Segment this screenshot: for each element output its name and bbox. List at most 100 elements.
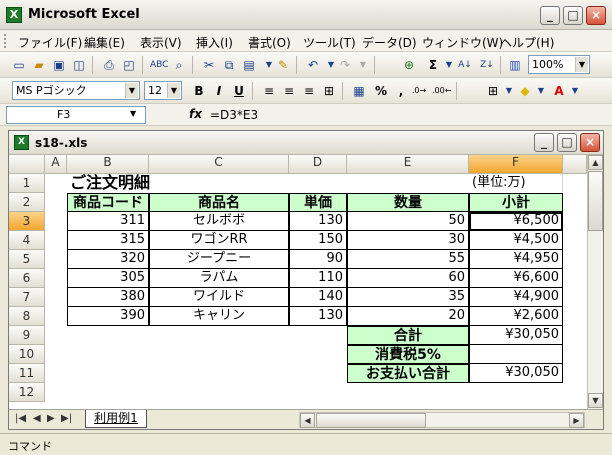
cell-code[interactable]: 315 (67, 231, 149, 250)
name-box[interactable]: F3 (6, 106, 146, 124)
cell-price[interactable]: 130 (289, 307, 347, 326)
menu-file[interactable]: ファイル(F) (18, 34, 82, 51)
menu-window[interactable]: ウィンドウ(W) (422, 34, 503, 51)
underline-button[interactable]: U (230, 82, 248, 100)
menu-edit[interactable]: 編集(E) (84, 34, 125, 51)
row-header[interactable]: 8 (9, 307, 45, 326)
menu-view[interactable]: 表示(V) (140, 34, 182, 51)
scroll-up-icon[interactable]: ▲ (588, 155, 603, 170)
total-value[interactable]: ¥30,050 (469, 326, 563, 345)
format-painter-icon[interactable]: ✎ (274, 56, 292, 74)
cell-name[interactable]: ワゴンRR (149, 231, 289, 250)
row-header[interactable]: 10 (9, 345, 45, 364)
font-select[interactable]: MS Pゴシック ▼ (12, 81, 140, 100)
cell-subtotal[interactable]: ¥4,500 (469, 231, 563, 250)
cell-price[interactable]: 140 (289, 288, 347, 307)
sheet-tab[interactable]: 利用例1 (85, 410, 147, 428)
row-header[interactable]: 5 (9, 250, 45, 269)
total-label[interactable]: 合計 (347, 326, 469, 345)
row-header[interactable]: 4 (9, 231, 45, 250)
cell-name[interactable]: キャリン (149, 307, 289, 326)
zoom-select[interactable]: 100% ▼ (528, 55, 590, 74)
maximize-button[interactable]: □ (563, 6, 583, 25)
scroll-thumb[interactable] (588, 171, 603, 231)
row-header[interactable]: 6 (9, 269, 45, 288)
menu-insert[interactable]: 挿入(I) (196, 34, 233, 51)
cell-qty[interactable]: 50 (347, 212, 469, 231)
decrease-decimal-icon[interactable]: .00← (432, 82, 451, 100)
cell-name[interactable]: ラパム (149, 269, 289, 288)
cell-qty[interactable]: 30 (347, 231, 469, 250)
sort-ascending-icon[interactable]: A↓ (456, 56, 474, 74)
grand-total-value[interactable]: ¥30,050 (469, 364, 563, 383)
unit-label[interactable]: (単位:万) (469, 174, 563, 193)
column-header-e[interactable]: E (347, 155, 469, 174)
hyperlink-icon[interactable]: ⊕ (400, 56, 418, 74)
menu-data[interactable]: データ(D) (362, 34, 417, 51)
row-header[interactable]: 7 (9, 288, 45, 307)
scroll-thumb[interactable] (316, 413, 426, 428)
header-name[interactable]: 商品名 (149, 193, 289, 212)
last-sheet-icon[interactable]: ▶| (61, 413, 72, 424)
menu-tools[interactable]: ツール(T) (303, 34, 356, 51)
cell-name[interactable]: ジープニー (149, 250, 289, 269)
merge-center-icon[interactable]: ⊞ (320, 82, 338, 100)
research-icon[interactable]: ⌕ (170, 56, 188, 74)
tax-value[interactable] (469, 345, 563, 364)
bold-button[interactable]: B (190, 82, 208, 100)
italic-button[interactable]: I (210, 82, 228, 100)
cell-qty[interactable]: 35 (347, 288, 469, 307)
fill-color-dropdown-icon[interactable]: ▼ (532, 82, 550, 100)
close-button[interactable]: × (586, 6, 606, 25)
row-header[interactable]: 12 (9, 383, 45, 402)
scroll-down-icon[interactable]: ▼ (588, 393, 603, 408)
first-sheet-icon[interactable]: |◀ (15, 413, 26, 424)
workbook-minimize-button[interactable]: _ (534, 133, 554, 152)
permission-icon[interactable]: ◫ (70, 56, 88, 74)
cell-name[interactable]: ワイルド (149, 288, 289, 307)
column-header-c[interactable]: C (149, 155, 289, 174)
column-header-b[interactable]: B (67, 155, 149, 174)
header-qty[interactable]: 数量 (347, 193, 469, 212)
row-header[interactable]: 2 (9, 193, 45, 212)
header-price[interactable]: 単価 (289, 193, 347, 212)
minimize-button[interactable]: _ (540, 6, 560, 25)
vertical-scrollbar[interactable]: ▲ ▼ (587, 155, 603, 409)
cell-qty[interactable]: 20 (347, 307, 469, 326)
font-color-dropdown-icon[interactable]: ▼ (566, 82, 584, 100)
save-icon[interactable]: ▣ (50, 56, 68, 74)
cell-subtotal[interactable]: ¥2,600 (469, 307, 563, 326)
redo-dropdown-icon[interactable]: ▼ (354, 56, 372, 74)
align-center-icon[interactable]: ≡ (280, 82, 298, 100)
column-header-f[interactable]: F (469, 155, 563, 174)
cell-code[interactable]: 390 (67, 307, 149, 326)
increase-decimal-icon[interactable]: .0→ (410, 82, 428, 100)
cell-code[interactable]: 311 (67, 212, 149, 231)
spelling-icon[interactable]: ABC (150, 56, 168, 74)
cell-name[interactable]: セルボボ (149, 212, 289, 231)
function-icon[interactable]: fx (189, 107, 202, 121)
cell-qty[interactable]: 60 (347, 269, 469, 288)
undo-icon[interactable]: ↶ (304, 56, 322, 74)
tax-label[interactable]: 消費税5% (347, 345, 469, 364)
cell-price[interactable]: 130 (289, 212, 347, 231)
cell-subtotal[interactable]: ¥4,900 (469, 288, 563, 307)
cell-code[interactable]: 320 (67, 250, 149, 269)
grand-total-label[interactable]: お支払い合計 (347, 364, 469, 383)
row-header[interactable]: 3 (9, 212, 45, 231)
prev-sheet-icon[interactable]: ◀ (33, 413, 41, 424)
cell-subtotal[interactable]: ¥6,600 (469, 269, 563, 288)
workbook-restore-button[interactable]: □ (557, 133, 577, 152)
open-icon[interactable]: ▰ (30, 56, 48, 74)
menu-help[interactable]: ヘルプ(H) (500, 34, 554, 51)
select-all-corner[interactable] (9, 155, 45, 174)
cell-code[interactable]: 305 (67, 269, 149, 288)
row-header[interactable]: 11 (9, 364, 45, 383)
cell-code[interactable]: 380 (67, 288, 149, 307)
scroll-right-icon[interactable]: ▶ (569, 413, 584, 428)
formula-input[interactable]: =D3*E3 (210, 108, 258, 122)
chevron-down-icon[interactable]: ▼ (167, 83, 180, 98)
copy-icon[interactable]: ⧉ (220, 56, 238, 74)
row-header[interactable]: 1 (9, 174, 45, 193)
print-icon[interactable]: ⎙ (100, 56, 118, 74)
